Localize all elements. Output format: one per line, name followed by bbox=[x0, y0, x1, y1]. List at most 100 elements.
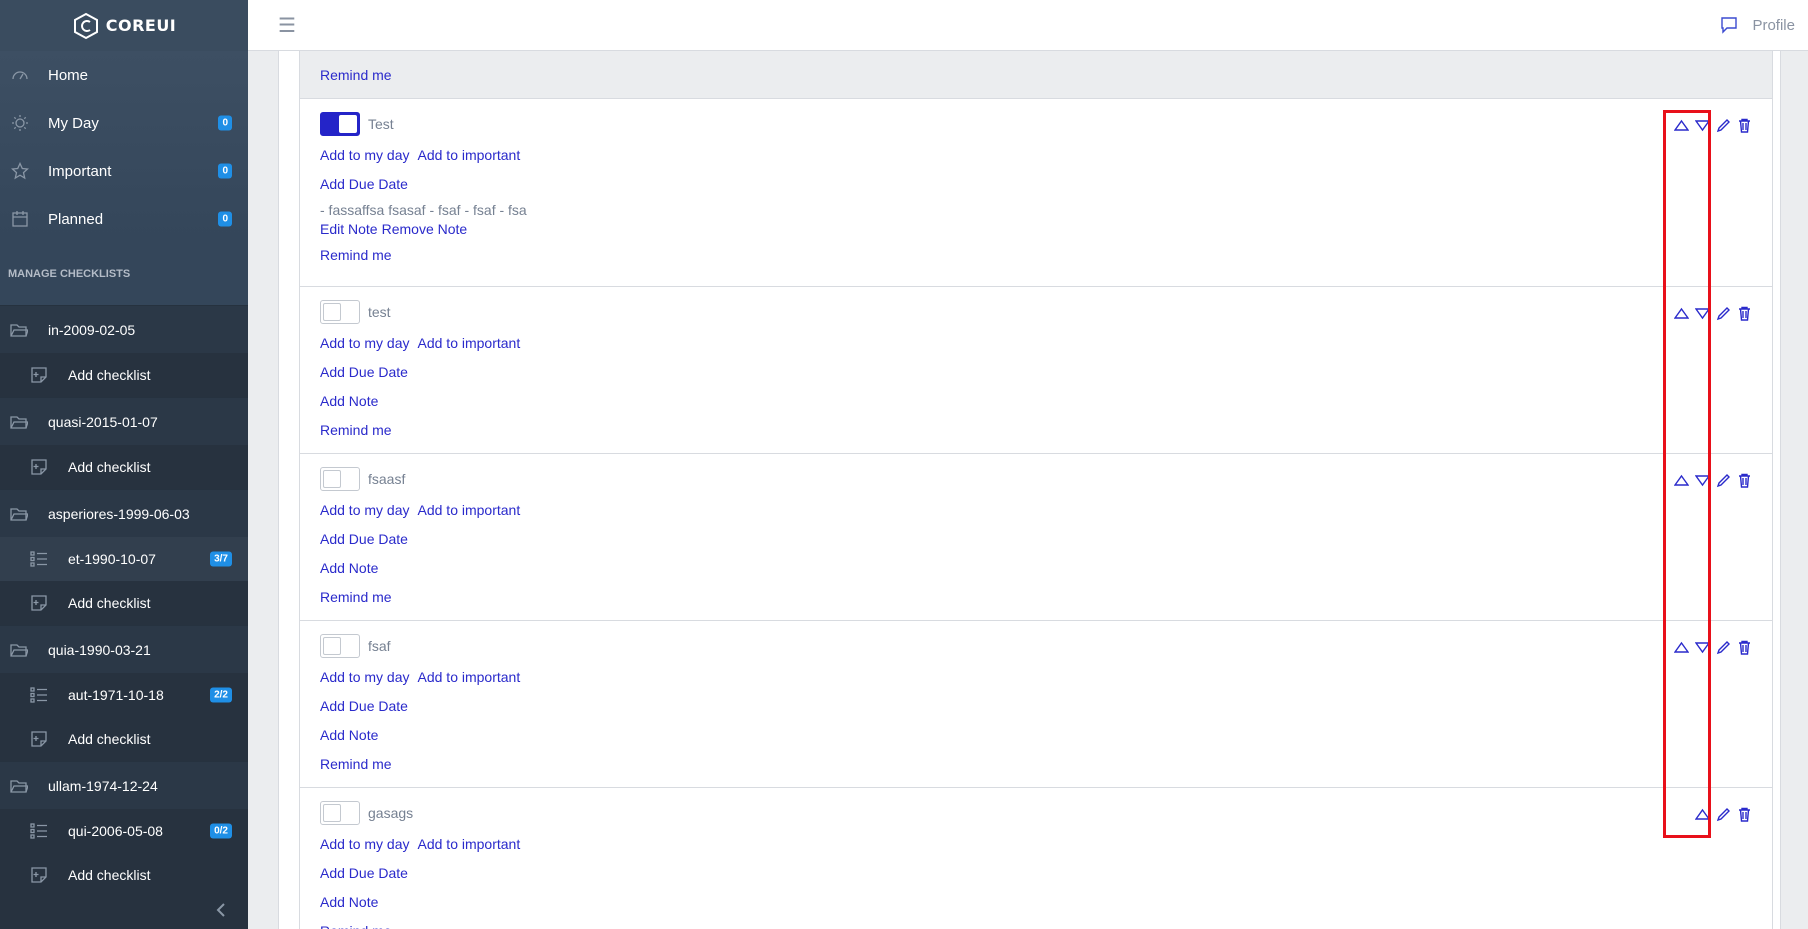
checklist-link[interactable]: aut-1971-10-18 2/2 bbox=[0, 673, 248, 717]
add-note-link[interactable]: Add Note bbox=[320, 894, 378, 910]
move-down-icon[interactable] bbox=[1694, 639, 1710, 655]
checklist-group: ullam-1974-12-24 qui-2006-05-08 0/2 Add … bbox=[0, 761, 248, 897]
folder-open-icon bbox=[10, 505, 30, 523]
task-title: gasags bbox=[368, 805, 414, 821]
nav-item-label: Home bbox=[48, 66, 89, 84]
group-header[interactable]: in-2009-02-05 bbox=[0, 306, 248, 353]
add-checklist-link[interactable]: Add checklist bbox=[0, 353, 248, 397]
task-done-toggle[interactable] bbox=[320, 300, 360, 324]
checklist-link[interactable]: qui-2006-05-08 0/2 bbox=[0, 809, 248, 853]
remind-me-link[interactable]: Remind me bbox=[320, 923, 392, 929]
task-title: test bbox=[368, 304, 391, 320]
brand[interactable]: COREUI bbox=[0, 0, 248, 51]
add-checklist-link[interactable]: Add checklist bbox=[0, 445, 248, 489]
remind-me-link[interactable]: Remind me bbox=[320, 67, 392, 83]
folder-open-icon bbox=[10, 413, 30, 431]
checklist-link[interactable]: et-1990-10-07 3/7 bbox=[0, 537, 248, 581]
hamburger-menu-icon[interactable]: ☰ bbox=[278, 13, 296, 38]
add-to-important-link[interactable]: Add to important bbox=[418, 502, 521, 518]
profile-link[interactable]: Profile bbox=[1752, 17, 1795, 34]
sub-label: et-1990-10-07 bbox=[68, 551, 156, 567]
add-due-date-link[interactable]: Add Due Date bbox=[320, 531, 408, 547]
task-done-toggle[interactable] bbox=[320, 467, 360, 491]
add-due-date-link[interactable]: Add Due Date bbox=[320, 176, 408, 192]
add-note-link[interactable]: Add Note bbox=[320, 393, 378, 409]
group-header[interactable]: quasi-2015-01-07 bbox=[0, 398, 248, 445]
add-to-important-link[interactable]: Add to important bbox=[418, 335, 521, 351]
add-checklist-link[interactable]: Add checklist bbox=[0, 717, 248, 761]
tasks-card: Remind me Test Add to my day Add to impo… bbox=[278, 51, 1781, 929]
nav-section-title: MANAGE CHECKLISTS bbox=[0, 243, 248, 305]
add-to-my-day-link[interactable]: Add to my day bbox=[320, 669, 410, 685]
task-title: fsaf bbox=[368, 638, 391, 654]
task-actions bbox=[1673, 472, 1752, 488]
task-list: Remind me Test Add to my day Add to impo… bbox=[299, 51, 1773, 929]
add-to-important-link[interactable]: Add to important bbox=[418, 147, 521, 163]
group-header[interactable]: asperiores-1999-06-03 bbox=[0, 490, 248, 537]
nav-item-important[interactable]: Important 0 bbox=[0, 147, 248, 195]
remind-me-link[interactable]: Remind me bbox=[320, 589, 392, 605]
sub-label: Add checklist bbox=[68, 595, 151, 611]
add-to-important-link[interactable]: Add to important bbox=[418, 669, 521, 685]
task-done-toggle[interactable] bbox=[320, 112, 360, 136]
add-due-date-link[interactable]: Add Due Date bbox=[320, 364, 408, 380]
add-to-my-day-link[interactable]: Add to my day bbox=[320, 836, 410, 852]
sidebar-minimize-button[interactable] bbox=[0, 891, 248, 929]
nav-item-home[interactable]: Home bbox=[0, 51, 248, 99]
add-note-link[interactable]: Add Note bbox=[320, 560, 378, 576]
brand-name: COREUI bbox=[105, 16, 177, 35]
remind-me-link[interactable]: Remind me bbox=[320, 422, 392, 438]
move-up-icon[interactable] bbox=[1673, 639, 1689, 655]
add-note-link[interactable]: Add Note bbox=[320, 727, 378, 743]
move-up-icon[interactable] bbox=[1673, 472, 1689, 488]
pencil-icon[interactable] bbox=[1715, 639, 1731, 655]
add-to-important-link[interactable]: Add to important bbox=[418, 836, 521, 852]
move-up-icon[interactable] bbox=[1673, 117, 1689, 133]
count-badge: 0 bbox=[218, 115, 232, 131]
move-down-icon[interactable] bbox=[1694, 305, 1710, 321]
trash-icon[interactable] bbox=[1736, 305, 1752, 321]
move-up-icon[interactable] bbox=[1673, 305, 1689, 321]
header: ☰ Profile bbox=[248, 0, 1808, 51]
checklist-group: in-2009-02-05 Add checklist bbox=[0, 305, 248, 397]
add-to-my-day-link[interactable]: Add to my day bbox=[320, 335, 410, 351]
pencil-icon[interactable] bbox=[1715, 806, 1731, 822]
group-header[interactable]: quia-1990-03-21 bbox=[0, 626, 248, 673]
add-due-date-link[interactable]: Add Due Date bbox=[320, 865, 408, 881]
add-to-my-day-link[interactable]: Add to my day bbox=[320, 147, 410, 163]
checklist-group: quasi-2015-01-07 Add checklist bbox=[0, 397, 248, 489]
task-done-toggle[interactable] bbox=[320, 634, 360, 658]
note-add-icon bbox=[30, 730, 50, 748]
group-label: asperiores-1999-06-03 bbox=[48, 505, 190, 522]
main-content: Remind me Test Add to my day Add to impo… bbox=[248, 51, 1808, 929]
trash-icon[interactable] bbox=[1736, 117, 1752, 133]
chat-icon[interactable] bbox=[1720, 16, 1738, 34]
group-header[interactable]: ullam-1974-12-24 bbox=[0, 762, 248, 809]
sub-label: Add checklist bbox=[68, 367, 151, 383]
remind-me-link[interactable]: Remind me bbox=[320, 756, 392, 772]
task-row: fsaf Add to my day Add to important Add … bbox=[299, 621, 1773, 788]
move-down-icon[interactable] bbox=[1694, 472, 1710, 488]
nav-item-my-day[interactable]: My Day 0 bbox=[0, 99, 248, 147]
move-up-icon[interactable] bbox=[1694, 806, 1710, 822]
pencil-icon[interactable] bbox=[1715, 117, 1731, 133]
add-checklist-link[interactable]: Add checklist bbox=[0, 581, 248, 625]
note-add-icon bbox=[30, 458, 50, 476]
pencil-icon[interactable] bbox=[1715, 305, 1731, 321]
move-down-icon[interactable] bbox=[1694, 117, 1710, 133]
trash-icon[interactable] bbox=[1736, 639, 1752, 655]
progress-badge: 2/2 bbox=[210, 687, 232, 703]
pencil-icon[interactable] bbox=[1715, 472, 1731, 488]
add-due-date-link[interactable]: Add Due Date bbox=[320, 698, 408, 714]
nav-item-planned[interactable]: Planned 0 bbox=[0, 195, 248, 243]
remove-note-link[interactable]: Remove Note bbox=[382, 221, 468, 237]
remind-me-link[interactable]: Remind me bbox=[320, 247, 392, 263]
add-to-my-day-link[interactable]: Add to my day bbox=[320, 502, 410, 518]
task-row-partial: Remind me bbox=[299, 51, 1773, 99]
trash-icon[interactable] bbox=[1736, 806, 1752, 822]
task-done-toggle[interactable] bbox=[320, 801, 360, 825]
chevron-left-icon bbox=[216, 903, 225, 917]
trash-icon[interactable] bbox=[1736, 472, 1752, 488]
nav-main: Home My Day 0 Important 0 Planned 0 bbox=[0, 51, 248, 243]
edit-note-link[interactable]: Edit Note bbox=[320, 221, 378, 237]
